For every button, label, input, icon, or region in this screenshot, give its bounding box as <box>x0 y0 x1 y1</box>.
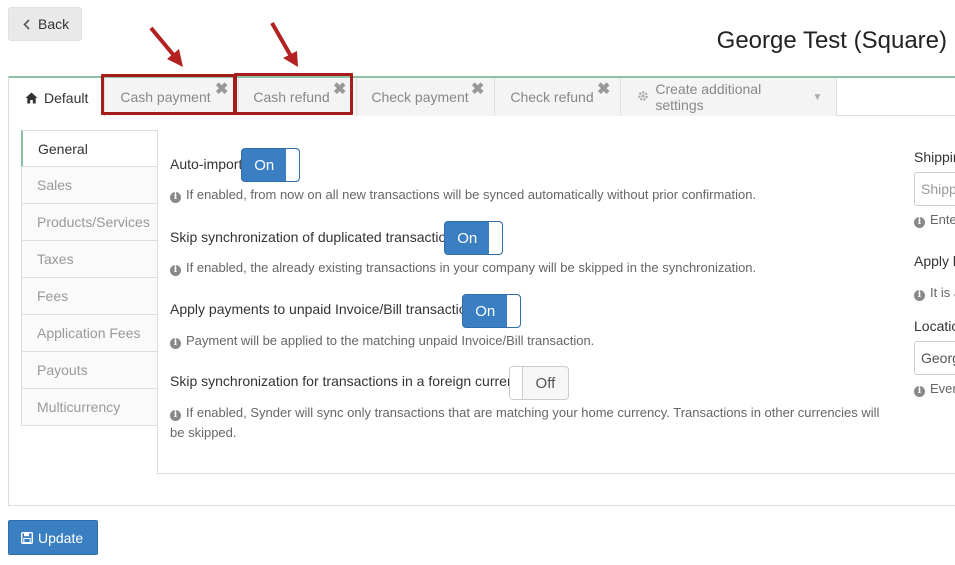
skip-duplicates-help: i If enabled, the already existing transa… <box>170 258 756 278</box>
sidebar-item-application-fees[interactable]: Application Fees <box>21 315 158 352</box>
caret-down-icon: ▼ <box>812 91 823 103</box>
info-icon: i <box>170 192 181 203</box>
toggle-knob <box>489 222 502 254</box>
close-icon[interactable]: ✖ <box>597 82 610 98</box>
tab-cash-payment[interactable]: Cash payment ✖ <box>105 78 240 116</box>
tab-check-refund-label: Check refund <box>510 89 594 105</box>
close-icon[interactable]: ✖ <box>471 82 484 98</box>
skip-duplicates-toggle[interactable]: On <box>444 221 503 255</box>
info-icon: i <box>170 410 181 421</box>
apply-help-text: It is a <box>930 285 955 300</box>
annotation-arrow-icon <box>149 26 183 67</box>
shipping-label: Shippin <box>914 149 955 165</box>
toggle-state-label: Off <box>535 374 556 392</box>
update-button-label: Update <box>38 529 84 546</box>
skip-foreign-currency-help: i If enabled, Synder will sync only trans… <box>170 403 890 443</box>
tab-check-payment[interactable]: Check payment ✖ <box>357 78 496 116</box>
toggle-state-label: On <box>457 229 478 247</box>
toggle-state-label: On <box>475 302 496 320</box>
apply-payments-help-text: Payment will be applied to the matching … <box>186 333 595 348</box>
shipping-help-text: Ente <box>930 212 955 227</box>
apply-payments-toggle[interactable]: On <box>462 294 521 328</box>
close-icon[interactable]: ✖ <box>333 82 346 98</box>
skip-duplicates-label: Skip synchronization of duplicated trans… <box>170 229 462 245</box>
tab-bar: Default Cash payment ✖ Cash refund ✖ Che… <box>9 78 955 117</box>
location-help-text: Ever <box>930 381 955 396</box>
shipping-input[interactable]: Shipp <box>914 172 955 206</box>
close-icon[interactable]: ✖ <box>215 82 228 98</box>
skip-duplicates-help-text: If enabled, the already existing transac… <box>186 260 757 275</box>
tab-check-payment-label: Check payment <box>371 89 469 105</box>
apply-payments-label: Apply payments to unpaid Invoice/Bill tr… <box>170 301 482 317</box>
info-icon: i <box>170 338 181 349</box>
sidebar-item-payouts[interactable]: Payouts <box>21 352 158 389</box>
tab-check-refund[interactable]: Check refund ✖ <box>495 78 622 116</box>
sidebar-item-multicurrency[interactable]: Multicurrency <box>21 389 158 426</box>
toggle-knob <box>510 367 523 399</box>
back-button-label: Back <box>38 16 70 32</box>
annotation-arrow-icon <box>270 22 298 67</box>
info-icon: i <box>170 265 181 276</box>
toggle-knob <box>286 149 299 181</box>
auto-import-toggle[interactable]: On <box>241 148 300 182</box>
tab-create-additional-label: Create additional settings <box>655 81 762 113</box>
sidebar-item-fees[interactable]: Fees <box>21 278 158 315</box>
toggle-knob <box>507 295 520 327</box>
settings-sidebar: General Sales Products/Services Taxes Fe… <box>21 130 158 426</box>
sidebar-item-products-services[interactable]: Products/Services <box>21 204 158 241</box>
apply-label: Apply l <box>914 253 955 269</box>
tab-default-label: Default <box>44 89 89 106</box>
tab-cash-refund[interactable]: Cash refund ✖ <box>239 78 358 116</box>
home-icon <box>25 92 38 104</box>
shipping-help: i Ente <box>914 212 955 228</box>
apply-payments-help: i Payment will be applied to the matching… <box>170 331 594 351</box>
update-button[interactable]: Update <box>8 520 98 555</box>
save-icon <box>21 531 33 544</box>
gear-icon <box>637 89 649 105</box>
page-title: George Test (Square) <box>716 27 947 54</box>
location-help: i Ever <box>914 381 955 397</box>
info-icon: i <box>914 386 925 397</box>
skip-foreign-help-line2: be skipped. <box>170 425 237 440</box>
location-select[interactable]: Georg <box>914 341 955 375</box>
info-icon: i <box>914 290 925 301</box>
location-label: Locatio <box>914 318 955 334</box>
skip-foreign-currency-label: Skip synchronization for transactions in… <box>170 373 532 389</box>
sidebar-item-taxes[interactable]: Taxes <box>21 241 158 278</box>
tab-cash-payment-label: Cash payment <box>120 89 211 105</box>
skip-foreign-help-line1: If enabled, Synder will sync only transa… <box>186 405 880 420</box>
skip-foreign-currency-toggle[interactable]: Off <box>509 366 569 400</box>
back-button[interactable]: Back <box>8 7 82 41</box>
sidebar-item-general[interactable]: General <box>21 130 158 167</box>
chevron-left-icon <box>23 18 30 30</box>
apply-help: i It is a <box>914 285 955 301</box>
tab-default[interactable]: Default <box>9 78 106 117</box>
auto-import-help: i If enabled, from now on all new transac… <box>170 185 756 205</box>
info-icon: i <box>914 217 925 228</box>
auto-import-help-text: If enabled, from now on all new transact… <box>186 187 757 202</box>
toggle-state-label: On <box>254 156 275 174</box>
tab-create-additional-settings[interactable]: Create additional settings ▼ <box>621 78 838 116</box>
tab-cash-refund-label: Cash refund <box>253 89 330 105</box>
auto-import-label: Auto-import <box>170 156 243 172</box>
sidebar-item-sales[interactable]: Sales <box>21 167 158 204</box>
